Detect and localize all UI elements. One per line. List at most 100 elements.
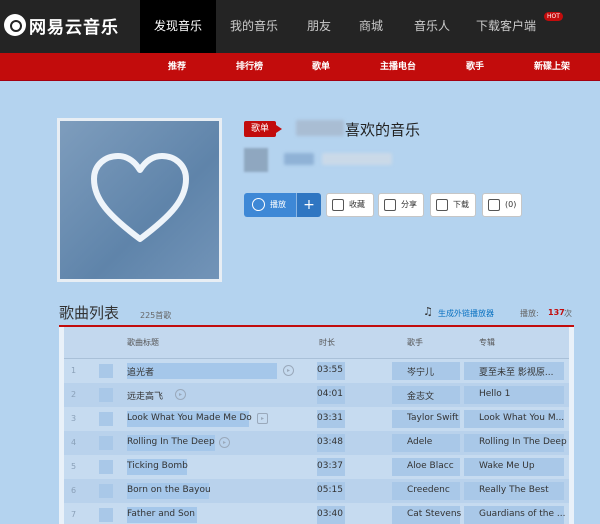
song-duration: 05:15: [317, 485, 343, 495]
row-play-icon[interactable]: [99, 460, 113, 474]
row-number: 1: [71, 366, 77, 375]
song-album[interactable]: Wake Me Up: [479, 461, 567, 471]
blurred-username: [296, 120, 344, 136]
play-button-label: 播放: [270, 200, 286, 209]
song-duration: 03:55: [317, 365, 343, 375]
nav-download-client[interactable]: 下载客户端: [470, 0, 542, 53]
table-row[interactable]: 7 Father and Son 03:40 Cat Stevens Guard…: [59, 503, 574, 524]
row-play-icon[interactable]: [99, 508, 113, 522]
mv-icon[interactable]: ▸: [283, 365, 294, 376]
row-number: 5: [71, 462, 77, 471]
song-album[interactable]: 夏至未至 影视原...: [479, 365, 567, 378]
add-to-queue-button[interactable]: +: [296, 193, 321, 217]
table-row[interactable]: 1 追光者 ▸ 03:55 岑宁儿 夏至未至 影视原...: [59, 359, 574, 383]
mv-icon[interactable]: ▸: [175, 389, 186, 400]
header-singer: 歌手: [407, 338, 423, 347]
song-count: 225首歌: [140, 311, 172, 320]
song-singer[interactable]: Taylor Swift: [407, 413, 463, 423]
heart-icon: [91, 153, 189, 242]
row-play-icon[interactable]: [99, 484, 113, 498]
logo-text: 网易云音乐: [29, 17, 119, 38]
row-play-icon[interactable]: [99, 436, 113, 450]
table-row[interactable]: 6 Born on the Bayou 05:15 Creedenc Reall…: [59, 479, 574, 503]
external-player-link[interactable]: 生成外链播放器: [438, 308, 494, 319]
table-row[interactable]: 3 Look What You Made Me Do ▸ 03:31 Taylo…: [59, 407, 574, 431]
song-singer[interactable]: Cat Stevens: [407, 509, 463, 519]
song-album[interactable]: Really The Best: [479, 485, 567, 495]
playlist-cover: [57, 118, 222, 282]
top-navigation-bar: 网易云音乐 发现音乐 我的音乐 朋友 商城 音乐人 下载客户端 HOT: [0, 0, 600, 53]
song-singer[interactable]: Creedenc: [407, 485, 451, 495]
song-album[interactable]: Rolling In The Deep: [479, 437, 567, 447]
song-title[interactable]: Father and Son: [127, 509, 207, 519]
share-icon: [384, 199, 396, 211]
song-duration: 04:01: [317, 389, 343, 399]
song-duration: 03:48: [317, 437, 343, 447]
song-album[interactable]: Look What You M...: [479, 413, 567, 423]
song-album[interactable]: Guardians of the ...: [479, 509, 567, 519]
row-play-icon[interactable]: [99, 388, 113, 402]
music-note-icon: ♫: [423, 305, 433, 318]
song-singer[interactable]: 金志文: [407, 389, 463, 402]
mv-icon[interactable]: ▸: [219, 437, 230, 448]
song-singer[interactable]: Aloe Blacc: [407, 461, 463, 471]
nav-my-music[interactable]: 我的音乐: [222, 0, 286, 53]
blurred-create-date: [322, 153, 392, 165]
comment-button[interactable]: (0): [482, 193, 522, 217]
playlist-tag: 歌单: [244, 121, 283, 137]
song-title[interactable]: 追光者: [127, 365, 307, 378]
subnav-playlists[interactable]: 歌单: [312, 53, 330, 81]
download-icon: [436, 199, 448, 211]
netease-logo-icon: [4, 14, 26, 36]
logo[interactable]: 网易云音乐: [4, 12, 119, 38]
comment-icon: [488, 199, 500, 211]
nav-musician[interactable]: 音乐人: [402, 0, 462, 53]
row-play-icon[interactable]: [99, 364, 113, 378]
download-button[interactable]: 下载: [430, 193, 476, 217]
song-title[interactable]: Ticking Bomb: [127, 461, 207, 471]
header-title: 歌曲标题: [127, 338, 159, 347]
row-number: 6: [71, 486, 77, 495]
subnav-recommend[interactable]: 推荐: [168, 53, 186, 81]
header-album: 专辑: [479, 338, 495, 347]
share-button[interactable]: 分享: [378, 193, 424, 217]
song-title[interactable]: Look What You Made Me Do: [127, 413, 257, 423]
song-album[interactable]: Hello 1: [479, 389, 567, 399]
table-header: 歌曲标题 时长 歌手 专辑: [59, 327, 574, 359]
share-button-label: 分享: [401, 200, 417, 209]
row-number: 4: [71, 438, 77, 447]
table-row[interactable]: 2 远走高飞 ▸ 04:01 金志文 Hello 1: [59, 383, 574, 407]
song-title[interactable]: 远走高飞: [127, 389, 307, 402]
song-duration: 03:31: [317, 413, 343, 423]
mv-icon[interactable]: ▸: [257, 413, 268, 424]
song-title[interactable]: Rolling In The Deep: [127, 437, 219, 447]
song-singer[interactable]: Adele: [407, 437, 463, 447]
hot-badge: HOT: [544, 12, 563, 21]
nav-discover[interactable]: 发现音乐: [140, 0, 216, 53]
table-row[interactable]: 5 Ticking Bomb 03:37 Aloe Blacc Wake Me …: [59, 455, 574, 479]
play-count-unit: 次: [564, 309, 572, 318]
row-number: 3: [71, 414, 77, 423]
subnav-new-albums[interactable]: 新碟上架: [534, 53, 570, 81]
folder-plus-icon: [332, 199, 344, 211]
play-count-label: 播放:: [520, 309, 539, 318]
song-title[interactable]: Born on the Bayou: [127, 485, 217, 495]
row-play-icon[interactable]: [99, 412, 113, 426]
collect-button[interactable]: 收藏: [326, 193, 374, 217]
subnav-radio[interactable]: 主播电台: [380, 53, 416, 81]
nav-friends[interactable]: 朋友: [294, 0, 344, 53]
table-row[interactable]: 4 Rolling In The Deep ▸ 03:48 Adele Roll…: [59, 431, 574, 455]
sub-navigation-bar: 推荐 排行榜 歌单 主播电台 歌手 新碟上架: [0, 53, 600, 81]
download-button-label: 下载: [453, 200, 469, 209]
creator-avatar[interactable]: [244, 148, 268, 172]
song-table: 歌曲标题 时长 歌手 专辑 1 追光者 ▸ 03:55 岑宁儿 夏至未至 影视原…: [59, 327, 574, 524]
play-button[interactable]: 播放: [244, 193, 296, 217]
song-list-title: 歌曲列表: [59, 304, 120, 322]
subnav-charts[interactable]: 排行榜: [236, 53, 263, 81]
collect-button-label: 收藏: [349, 200, 365, 209]
subnav-singers[interactable]: 歌手: [466, 53, 484, 81]
song-singer[interactable]: 岑宁儿: [407, 365, 463, 378]
nav-mall[interactable]: 商城: [348, 0, 394, 53]
song-duration: 03:40: [317, 509, 343, 519]
comment-count: (0): [505, 200, 517, 209]
